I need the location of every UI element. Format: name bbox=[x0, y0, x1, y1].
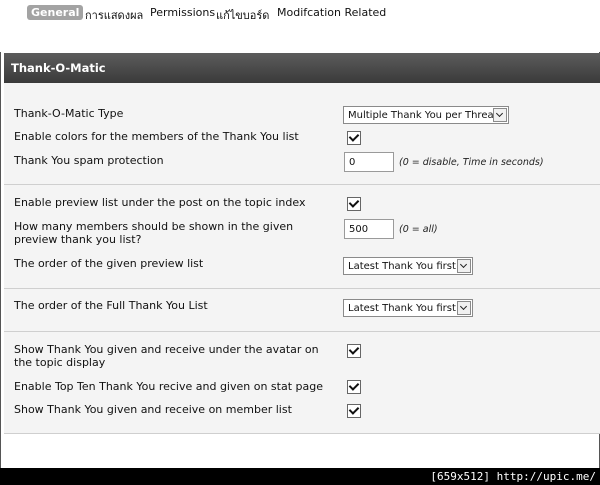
chevron-down-icon bbox=[457, 301, 471, 315]
memberlist-label: Show Thank You given and receive on memb… bbox=[14, 403, 292, 416]
preview-order-label: The order of the given preview list bbox=[14, 257, 204, 270]
type-select-value: Multiple Thank You per Thread bbox=[348, 110, 500, 121]
avatar-checkbox[interactable] bbox=[347, 344, 361, 358]
topten-label: Enable Top Ten Thank You recive and give… bbox=[14, 380, 324, 393]
spam-label: Thank You spam protection bbox=[14, 154, 164, 167]
avatar-label: Show Thank You given and receive under t… bbox=[14, 343, 319, 369]
divider bbox=[4, 331, 600, 332]
watermark-text: [659x512] http://upic.me/ bbox=[430, 470, 596, 483]
chevron-down-icon bbox=[457, 259, 471, 273]
divider bbox=[4, 433, 600, 434]
frame-left-border bbox=[0, 0, 1, 468]
preview-enable-checkbox[interactable] bbox=[347, 197, 361, 211]
preview-count-label: How many members should be shown in the … bbox=[14, 220, 294, 246]
watermark-bar: [659x512] http://upic.me/ bbox=[0, 468, 600, 485]
tab-permissions[interactable]: Permissions bbox=[150, 6, 215, 19]
spam-hint: (0 = disable, Time in seconds) bbox=[399, 157, 544, 168]
tab-edit-board[interactable]: แก้ไขบอร์ด bbox=[216, 6, 269, 24]
tab-modification-related[interactable]: Modifcation Related bbox=[277, 6, 386, 19]
preview-count-hint: (0 = all) bbox=[399, 224, 438, 235]
tab-general[interactable]: General bbox=[27, 5, 84, 20]
divider bbox=[4, 184, 600, 185]
divider bbox=[4, 288, 600, 289]
preview-enable-label: Enable preview list under the post on th… bbox=[14, 196, 306, 209]
tab-bar: General การแสดงผล Permissions แก้ไขบอร์ด… bbox=[0, 0, 600, 52]
preview-order-value: Latest Thank You first bbox=[348, 261, 456, 272]
preview-count-input[interactable] bbox=[344, 219, 394, 239]
spam-input[interactable] bbox=[344, 152, 394, 172]
panel-title: Thank-O-Matic bbox=[11, 61, 106, 75]
chevron-down-icon bbox=[493, 108, 507, 122]
type-select[interactable]: Multiple Thank You per Thread bbox=[343, 106, 509, 124]
full-order-label: The order of the Full Thank You List bbox=[14, 299, 208, 312]
topten-checkbox[interactable] bbox=[347, 380, 361, 394]
preview-order-select[interactable]: Latest Thank You first bbox=[343, 257, 473, 275]
full-order-value: Latest Thank You first bbox=[348, 303, 456, 314]
colors-checkbox[interactable] bbox=[347, 131, 361, 145]
colors-label: Enable colors for the members of the Tha… bbox=[14, 130, 299, 143]
full-order-select[interactable]: Latest Thank You first bbox=[343, 299, 473, 317]
panel-header: Thank-O-Matic bbox=[4, 53, 600, 83]
memberlist-checkbox[interactable] bbox=[347, 404, 361, 418]
tab-display[interactable]: การแสดงผล bbox=[85, 6, 143, 24]
type-label: Thank-O-Matic Type bbox=[14, 107, 124, 120]
